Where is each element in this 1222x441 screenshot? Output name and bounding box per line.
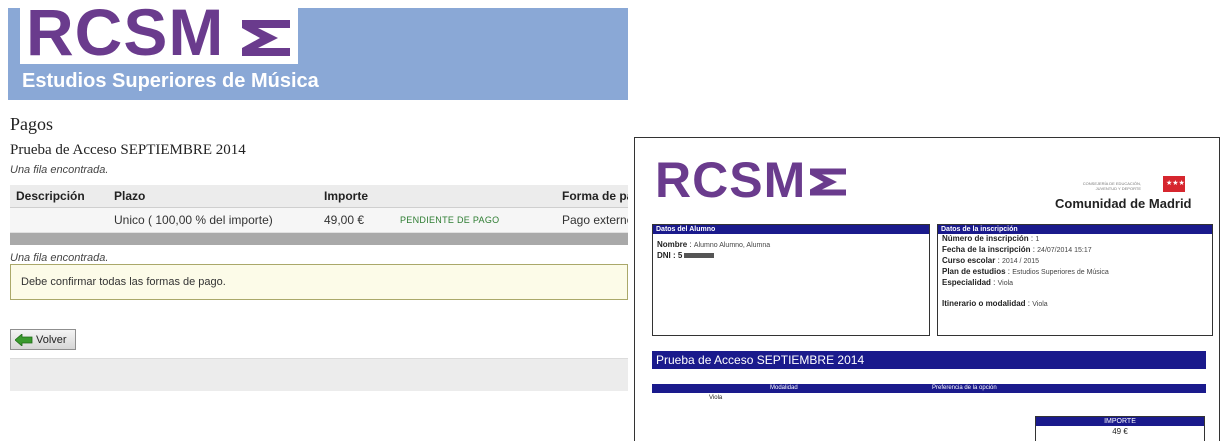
- logo-glyph-icon: [242, 20, 290, 56]
- receipt-modalidad-value: Viola: [709, 395, 723, 401]
- page-subtitle: Prueba de Acceso SEPTIEMBRE 2014: [10, 142, 246, 158]
- enrollment-data-box: Datos de la inscripción Número de inscri…: [937, 224, 1213, 336]
- rows-found-text-bottom: Una fila encontrada.: [10, 252, 109, 264]
- receipt-column-modalidad: Modalidad: [770, 385, 798, 391]
- receipt-amount-value: 49 €: [1112, 427, 1128, 436]
- student-name-line: Nombre : Alumno Alumno, Alumna: [657, 240, 771, 249]
- enrollment-box-header: Datos de la inscripción: [938, 225, 1212, 234]
- receipt-amount-header: IMPORTE: [1036, 417, 1204, 426]
- receipt-exam-title: Prueba de Acceso SEPTIEMBRE 2014: [652, 351, 1206, 369]
- table-row[interactable]: Unico ( 100,00 % del importe) 49,00 € PE…: [10, 208, 628, 233]
- site-banner: RCSM Estudios Superiores de Música: [8, 8, 628, 100]
- table-footer: [10, 233, 628, 245]
- study-plan-line: Plan de estudios : Estudios Superiores d…: [942, 267, 1109, 276]
- receipt-column-preferencia: Preferencia de la opción: [932, 385, 997, 391]
- payments-table: Descripción Plazo Importe Forma de pag U…: [10, 185, 628, 245]
- table-header: Descripción Plazo Importe Forma de pag: [10, 185, 628, 208]
- back-button-label: Volver: [36, 333, 67, 346]
- student-dni-line: DNI : 5: [653, 251, 929, 261]
- column-header-descripcion[interactable]: Descripción: [16, 185, 85, 207]
- column-header-importe[interactable]: Importe: [324, 185, 368, 207]
- ministry-name: CONSEJERÍA DE EDUCACIÓN, JUVENTUD Y DEPO…: [1082, 181, 1141, 191]
- comunidad-madrid-name: Comunidad de Madrid: [1055, 196, 1192, 211]
- enrollment-number-line: Número de inscripción : 1: [942, 234, 1040, 243]
- rcsm-logo: RCSM: [20, 8, 298, 64]
- logo-text: RCSM: [26, 8, 225, 64]
- back-button[interactable]: Volver: [10, 329, 76, 350]
- receipt-logo-glyph-icon: [810, 168, 846, 196]
- cell-plazo: Unico ( 100,00 % del importe): [114, 213, 273, 227]
- receipt-preview: RCSM CONSEJERÍA DE EDUCACIÓN, JUVENTUD Y…: [634, 137, 1220, 441]
- receipt-table-header: Modalidad Preferencia de la opción: [652, 384, 1206, 393]
- site-title: Estudios Superiores de Música: [22, 70, 319, 92]
- school-year-line: Curso escolar : 2014 / 2015: [942, 256, 1040, 265]
- specialty-line: Especialidad : Viola: [942, 278, 1014, 287]
- redacted-dni: [684, 253, 715, 259]
- student-data-box: Datos del Alumno Nombre : Alumno Alumno,…: [652, 224, 930, 336]
- column-header-plazo[interactable]: Plazo: [114, 185, 145, 207]
- student-box-header: Datos del Alumno: [653, 225, 929, 234]
- receipt-amount-box: IMPORTE 49 €: [1035, 416, 1205, 441]
- enrollment-date-line: Fecha de la inscripción : 24/07/2014 15:…: [942, 245, 1092, 254]
- notice-text: Debe confirmar todas las formas de pago.: [21, 276, 226, 288]
- cell-forma-pago: Pago externo: [562, 213, 628, 227]
- cell-importe: 49,00 €: [324, 213, 365, 227]
- receipt-logo-text: RCSM: [655, 152, 807, 208]
- footer-bar: [10, 358, 628, 391]
- confirmation-notice: Debe confirmar todas las formas de pago.: [10, 264, 628, 300]
- payment-status-badge: PENDIENTE DE PAGO: [400, 215, 500, 225]
- page-title: Pagos: [10, 114, 54, 134]
- itinerary-line: Itinerario o modalidad : Viola: [942, 299, 1048, 308]
- back-arrow-icon: [15, 333, 33, 346]
- rows-found-text: Una fila encontrada.: [10, 164, 109, 176]
- column-header-forma-pago[interactable]: Forma de pag: [562, 185, 628, 207]
- comunidad-madrid-logo-icon: ★★★: [1163, 176, 1185, 192]
